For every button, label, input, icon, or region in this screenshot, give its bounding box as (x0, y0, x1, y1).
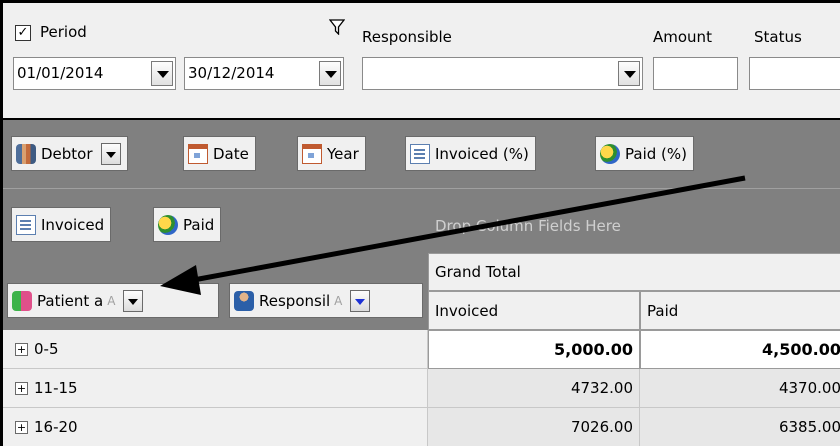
debtor-group-icon (16, 143, 36, 164)
field-patient-age[interactable]: Patient a A (7, 283, 219, 318)
field-invoiced[interactable]: Invoiced (11, 207, 112, 242)
field-invoiced-label: Invoiced (41, 215, 105, 234)
chevron-down-icon[interactable] (319, 61, 341, 86)
field-responsible[interactable]: Responsil A (229, 283, 423, 318)
expand-icon[interactable]: + (15, 420, 28, 434)
field-paid[interactable]: Paid (153, 207, 222, 242)
filter-fields-area: Debtor Date Year Invoiced (%) Paid (%) (3, 120, 840, 188)
field-invoiced-percent[interactable]: Invoiced (%) (405, 136, 536, 171)
cell-paid[interactable]: 4370.00 (640, 369, 840, 408)
filter-panel: ✓ Period Responsible Amount Status 01/01… (3, 3, 840, 120)
amount-input[interactable] (653, 57, 738, 90)
filter-funnel-icon[interactable] (329, 19, 345, 35)
table-row-header: + 16-20 (3, 408, 428, 446)
expand-icon[interactable]: + (15, 381, 28, 395)
responsible-icon (234, 290, 254, 311)
sort-ascending-icon: A (334, 293, 343, 308)
grand-total-header: Grand Total (428, 253, 840, 291)
field-paid-percent-label: Paid (%) (625, 144, 687, 163)
cell-invoiced[interactable]: 4732.00 (428, 369, 640, 408)
period-from-value: 01/01/2014 (17, 64, 104, 82)
amount-label: Amount (653, 28, 712, 46)
sort-ascending-icon: A (107, 293, 116, 308)
chevron-down-icon[interactable] (350, 289, 371, 312)
period-to-dropdown[interactable]: 30/12/2014 (184, 57, 344, 90)
money-icon (158, 214, 178, 235)
field-year-label: Year (327, 144, 359, 163)
chevron-down-icon[interactable] (618, 61, 640, 86)
calendar-icon (188, 143, 208, 164)
column-drop-hint: Drop Column Fields Here (435, 217, 621, 235)
field-responsible-label: Responsil (259, 291, 331, 310)
field-patient-age-label: Patient a (37, 291, 104, 310)
status-input[interactable] (749, 57, 840, 90)
status-label: Status (754, 28, 802, 46)
table-row-header: + 11-15 (3, 369, 428, 408)
document-icon (16, 214, 36, 235)
cell-invoiced[interactable]: 5,000.00 (428, 330, 640, 369)
field-year[interactable]: Year (297, 136, 366, 171)
chevron-down-icon[interactable] (151, 61, 173, 86)
data-fields-area: Invoiced Paid (3, 188, 840, 253)
period-from-dropdown[interactable]: 01/01/2014 (13, 57, 176, 90)
calendar-icon (302, 143, 322, 164)
field-paid-percent[interactable]: Paid (%) (595, 136, 694, 171)
field-date-label: Date (213, 144, 249, 163)
column-header-paid[interactable]: Paid (640, 291, 840, 330)
cell-invoiced[interactable]: 7026.00 (428, 408, 640, 446)
cell-paid[interactable]: 4,500.00 (640, 330, 840, 369)
period-checkbox[interactable]: ✓ (15, 25, 31, 41)
column-header-invoiced[interactable]: Invoiced (428, 291, 640, 330)
patient-age-icon (12, 290, 32, 311)
row-fields-area: Patient a A Responsil A (3, 253, 428, 330)
chevron-down-icon[interactable] (123, 289, 144, 312)
period-label: Period (40, 23, 87, 41)
row-label: 11-15 (34, 379, 78, 397)
expand-icon[interactable]: + (15, 342, 28, 356)
field-invoiced-percent-label: Invoiced (%) (435, 144, 529, 163)
responsible-label: Responsible (362, 28, 452, 46)
period-to-value: 30/12/2014 (188, 64, 275, 82)
row-label: 16-20 (34, 418, 78, 436)
field-paid-label: Paid (183, 215, 215, 234)
row-label: 0-5 (34, 340, 59, 358)
cell-paid[interactable]: 6385.00 (640, 408, 840, 446)
field-debtor-label: Debtor (41, 144, 93, 163)
money-icon (600, 143, 620, 164)
table-row-header: + 0-5 (3, 330, 428, 369)
responsible-dropdown[interactable] (362, 57, 643, 90)
field-date[interactable]: Date (183, 136, 256, 171)
chevron-down-icon[interactable] (100, 142, 121, 165)
document-icon (410, 143, 430, 164)
field-debtor[interactable]: Debtor (11, 136, 128, 171)
pivot-report-window: ✓ Period Responsible Amount Status 01/01… (0, 0, 840, 446)
